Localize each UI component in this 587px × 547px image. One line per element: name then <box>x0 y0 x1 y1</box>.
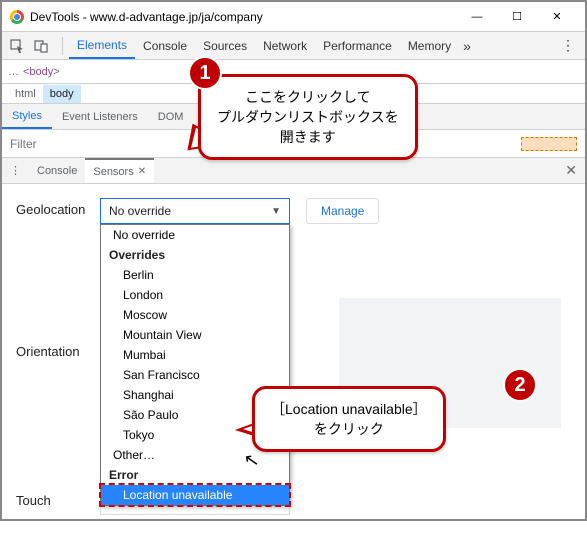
window-title: DevTools - www.d-advantage.jp/ja/company <box>30 10 457 24</box>
drawer-tab-sensors-label: Sensors <box>93 166 133 178</box>
dd-mumbai[interactable]: Mumbai <box>101 345 289 365</box>
geolocation-dropdown: No override Overrides Berlin London Mosc… <box>100 224 290 506</box>
dd-london[interactable]: London <box>101 285 289 305</box>
tab-network[interactable]: Network <box>255 32 315 59</box>
callout-2: ［Location unavailable］ をクリック <box>252 386 446 452</box>
inspect-icon[interactable] <box>8 37 26 55</box>
tab-sources[interactable]: Sources <box>195 32 255 59</box>
subtab-dom[interactable]: DOM <box>148 104 194 129</box>
dd-group-error: Error <box>101 465 289 485</box>
close-button[interactable]: ✕ <box>537 6 577 28</box>
dd-berlin[interactable]: Berlin <box>101 265 289 285</box>
chevron-down-icon: ▼ <box>271 206 281 217</box>
chrome-icon <box>10 10 24 24</box>
dd-mountain-view[interactable]: Mountain View <box>101 325 289 345</box>
geolocation-label: Geolocation <box>16 198 100 217</box>
maximize-button[interactable]: ☐ <box>497 6 537 28</box>
callout-1-line3: 開きます <box>217 127 399 147</box>
tab-console[interactable]: Console <box>135 32 195 59</box>
dd-no-override[interactable]: No override <box>101 225 289 245</box>
callout-badge-2: 2 <box>503 368 537 402</box>
device-icon[interactable] <box>32 37 50 55</box>
crumb-ellipsis[interactable]: … <box>8 66 23 78</box>
crumb-body[interactable]: body <box>43 85 81 103</box>
crumb-html[interactable]: html <box>8 85 43 103</box>
callout-badge-1: 1 <box>188 56 222 90</box>
dd-san-francisco[interactable]: San Francisco <box>101 365 289 385</box>
tab-performance[interactable]: Performance <box>315 32 400 59</box>
callout-1-line2: プルダウンリストボックスを <box>217 107 399 127</box>
manage-button[interactable]: Manage <box>306 198 379 224</box>
close-icon[interactable]: ✕ <box>138 166 146 177</box>
callout-2-line1: ［Location unavailable］ <box>271 399 427 419</box>
subtab-event-listeners[interactable]: Event Listeners <box>52 104 148 129</box>
devtools-toolbar: Elements Console Sources Network Perform… <box>2 32 585 60</box>
dd-location-unavailable[interactable]: Location unavailable <box>101 485 289 505</box>
touch-label: Touch <box>16 489 100 508</box>
drawer-close-icon[interactable]: ✕ <box>557 162 585 179</box>
window-titlebar: DevTools - www.d-advantage.jp/ja/company… <box>2 2 585 32</box>
callout-1-line1: ここをクリックして <box>217 87 399 107</box>
callout-2-line2: をクリック <box>271 419 427 439</box>
devtools-menu-icon[interactable]: ⋮ <box>557 37 579 54</box>
drawer-menu-icon[interactable]: ⋮ <box>2 164 29 177</box>
minimize-button[interactable]: — <box>457 6 497 28</box>
box-model-swatch[interactable] <box>521 137 577 151</box>
geolocation-value: No override <box>109 204 171 218</box>
drawer-tab-console[interactable]: Console <box>29 158 85 183</box>
callout-1: ここをクリックして プルダウンリストボックスを 開きます <box>198 74 418 160</box>
drawer-tab-sensors[interactable]: Sensors ✕ <box>85 158 154 183</box>
geolocation-select[interactable]: No override ▼ <box>100 198 290 224</box>
tabs-overflow[interactable]: » <box>459 38 475 54</box>
dd-moscow[interactable]: Moscow <box>101 305 289 325</box>
crumb-body-tag: <body> <box>23 66 60 78</box>
geolocation-row: Geolocation No override ▼ No override Ov… <box>16 198 571 224</box>
drawer-tabs: ⋮ Console Sensors ✕ ✕ <box>2 158 585 184</box>
tab-memory[interactable]: Memory <box>400 32 459 59</box>
subtab-styles[interactable]: Styles <box>2 104 52 129</box>
dd-group-overrides: Overrides <box>101 245 289 265</box>
orientation-label: Orientation <box>16 340 100 359</box>
tab-elements[interactable]: Elements <box>69 32 135 59</box>
